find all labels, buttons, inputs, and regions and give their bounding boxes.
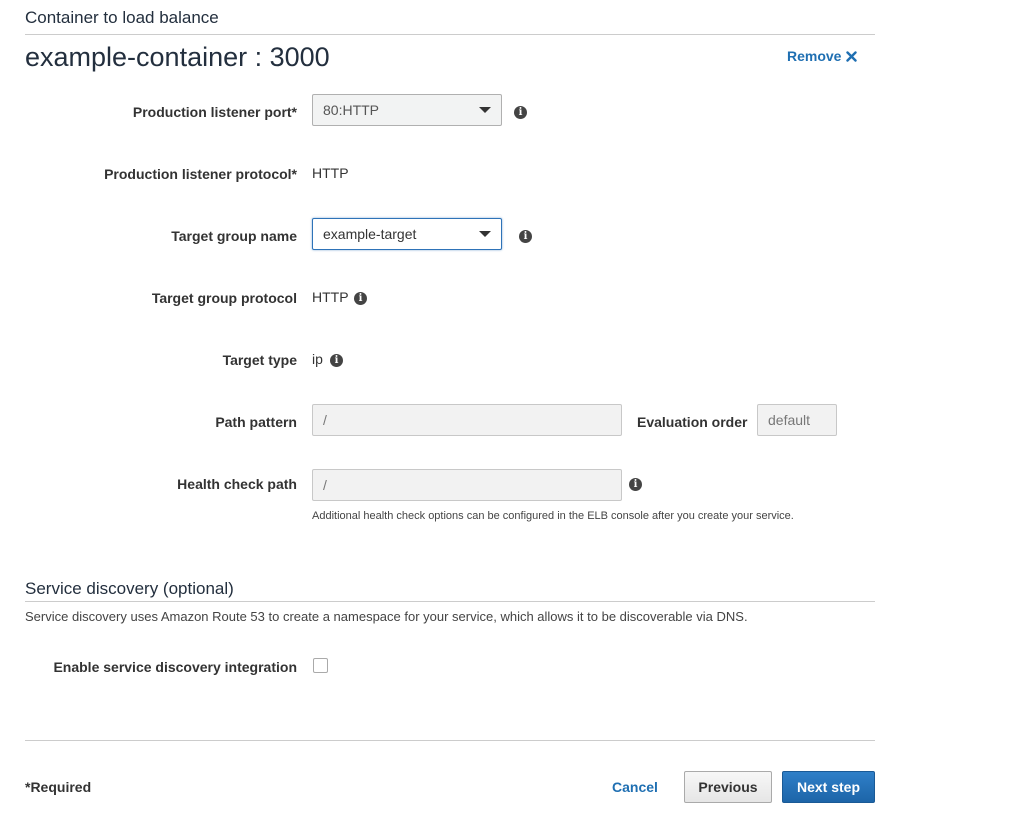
target-type-label: Target type	[222, 352, 297, 368]
listener-port-value: 80:HTTP	[323, 102, 380, 118]
section-divider	[25, 34, 875, 35]
cancel-button[interactable]: Cancel	[600, 771, 670, 803]
section-title-container-load-balance: Container to load balance	[25, 8, 219, 27]
chevron-down-icon	[479, 231, 491, 237]
remove-label: Remove	[787, 48, 842, 64]
listener-port-select[interactable]: 80:HTTP	[312, 94, 502, 126]
remove-button[interactable]: Remove	[787, 48, 858, 64]
section-title-service-discovery: Service discovery (optional)	[25, 579, 234, 598]
service-discovery-description: Service discovery uses Amazon Route 53 t…	[25, 609, 748, 624]
target-group-protocol-label: Target group protocol	[151, 290, 297, 306]
info-icon[interactable]	[514, 106, 527, 119]
close-icon	[846, 50, 858, 62]
chevron-down-icon	[479, 107, 491, 113]
info-icon[interactable]	[519, 230, 532, 243]
listener-protocol-label: Production listener protocol*	[104, 166, 297, 182]
evaluation-order-input[interactable]	[757, 404, 837, 436]
info-icon[interactable]	[330, 354, 343, 367]
health-check-path-label: Health check path	[177, 476, 297, 492]
path-pattern-input[interactable]	[312, 404, 622, 436]
info-icon[interactable]	[354, 292, 367, 305]
health-check-path-input[interactable]	[312, 469, 622, 501]
section-divider	[25, 601, 875, 602]
enable-service-discovery-label: Enable service discovery integration	[53, 659, 297, 675]
next-step-button[interactable]: Next step	[782, 771, 875, 803]
listener-port-label: Production listener port*	[132, 104, 297, 120]
path-pattern-label: Path pattern	[215, 414, 297, 430]
info-icon[interactable]	[629, 478, 642, 491]
health-check-hint: Additional health check options can be c…	[312, 510, 794, 522]
target-type-value: ip	[312, 351, 323, 367]
target-group-name-select[interactable]: example-target	[312, 218, 502, 250]
enable-service-discovery-checkbox[interactable]	[313, 658, 328, 673]
previous-button[interactable]: Previous	[684, 771, 772, 803]
listener-protocol-value: HTTP	[312, 165, 349, 181]
footer-divider	[25, 740, 875, 741]
evaluation-order-label: Evaluation order	[637, 414, 748, 430]
required-note: *Required	[25, 779, 92, 795]
container-name-heading: example-container : 3000	[25, 42, 330, 72]
target-group-protocol-value: HTTP	[312, 289, 349, 305]
target-group-name-value: example-target	[323, 226, 417, 242]
target-group-name-label: Target group name	[171, 228, 297, 244]
